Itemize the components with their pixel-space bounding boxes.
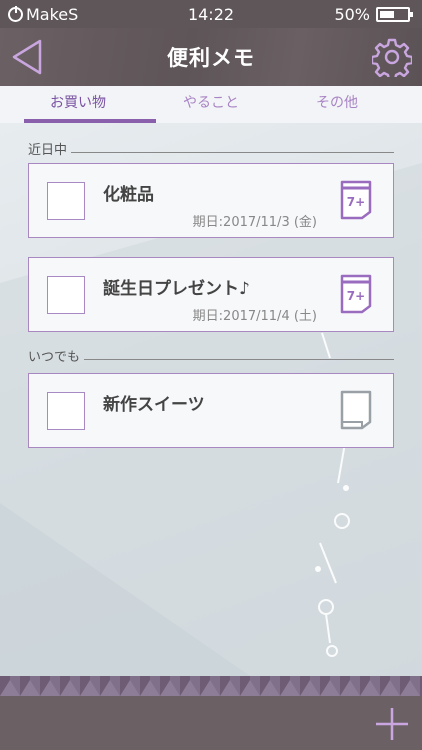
item-name: 化粧品 (103, 185, 154, 205)
app-header: 便利メモ (0, 28, 422, 86)
bottom-bar (0, 696, 422, 750)
calendar-7plus-icon[interactable]: 7+ (339, 179, 373, 221)
tab-label: やること (183, 95, 239, 111)
section-header-soon: 近日中 (28, 139, 394, 158)
item-checkbox[interactable] (47, 392, 85, 430)
item-checkbox[interactable] (47, 182, 85, 220)
calendar-7plus-icon[interactable]: 7+ (339, 273, 373, 315)
add-button[interactable] (374, 706, 410, 742)
memo-item[interactable]: 化粧品 期日:2017/11/3 (金) 7+ (28, 163, 394, 238)
calendar-badge: 7+ (347, 289, 365, 303)
blank-note-icon[interactable] (339, 389, 373, 431)
item-due-date: 期日:2017/11/4 (土) (192, 309, 317, 324)
section-header-anytime: いつでも (28, 346, 394, 365)
memo-item[interactable]: 誕生日プレゼント♪ 期日:2017/11/4 (土) 7+ (28, 257, 394, 332)
item-checkbox[interactable] (47, 276, 85, 314)
plus-icon (376, 708, 408, 740)
tab-bar: お買い物 やること その他 (0, 86, 422, 123)
footer-pattern (0, 676, 422, 696)
section-divider (84, 359, 394, 360)
tab-label: お買い物 (50, 95, 106, 111)
status-bar: MakeS 14:22 50% (0, 0, 422, 28)
tab-shopping[interactable]: お買い物 (8, 86, 156, 123)
section-label: いつでも (28, 350, 81, 365)
settings-button[interactable] (372, 37, 412, 77)
tab-label: その他 (316, 95, 358, 111)
item-due-date: 期日:2017/11/3 (金) (192, 215, 317, 230)
battery-icon (376, 7, 413, 22)
page-title: 便利メモ (167, 46, 255, 70)
section-label: 近日中 (28, 143, 68, 158)
gear-icon (372, 38, 412, 77)
memo-item[interactable]: 新作スイーツ (28, 373, 394, 448)
item-name: 新作スイーツ (103, 395, 205, 415)
battery-percent: 50% (334, 5, 370, 24)
memo-list: 近日中 化粧品 期日:2017/11/3 (金) 7+ 誕生日プレゼント♪ 期日… (0, 123, 422, 676)
section-divider (71, 152, 394, 153)
tab-todo[interactable]: やること (141, 86, 281, 123)
item-name: 誕生日プレゼント♪ (103, 279, 250, 299)
calendar-badge: 7+ (347, 195, 365, 209)
tab-other[interactable]: その他 (267, 86, 407, 123)
